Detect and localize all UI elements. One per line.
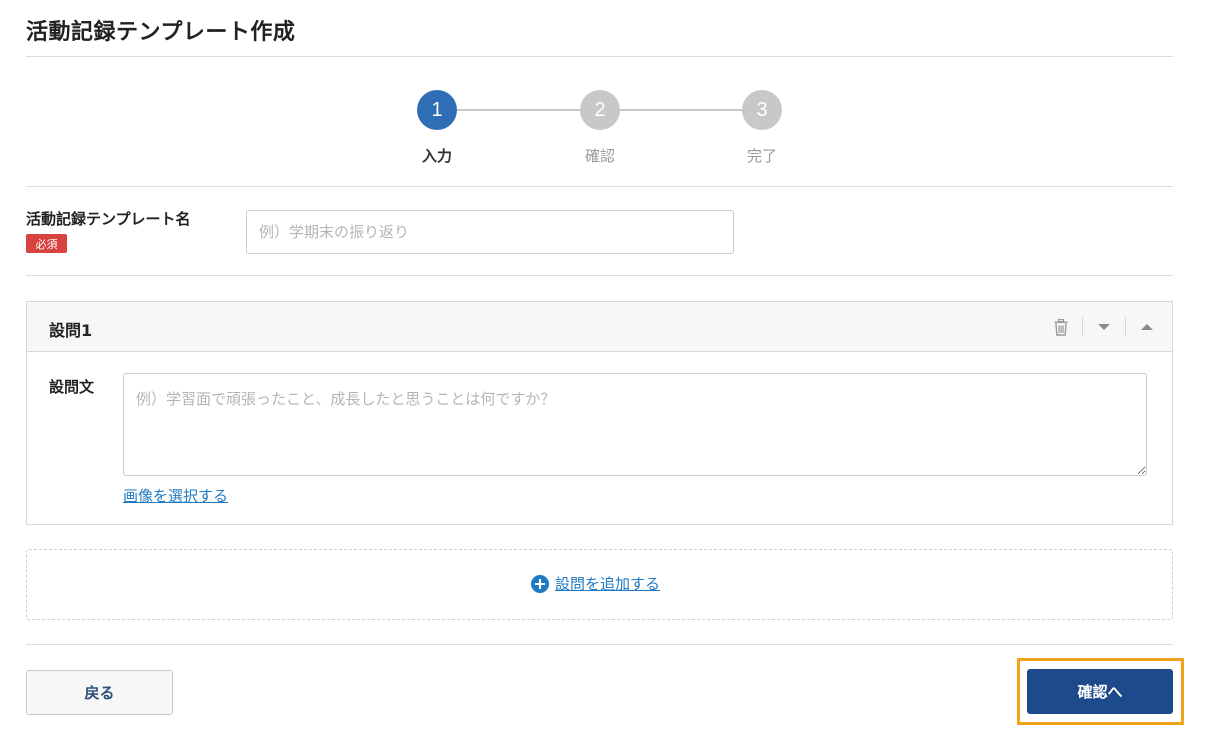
tool-separator-2	[1125, 317, 1126, 337]
back-button[interactable]: 戻る	[26, 670, 173, 715]
step-2-label: 確認	[584, 147, 615, 165]
move-down-button[interactable]	[1093, 316, 1115, 338]
add-question-link[interactable]: 設問を追加する	[531, 573, 660, 594]
required-badge: 必須	[26, 234, 67, 253]
add-question-area: 設問を追加する	[26, 549, 1173, 620]
step-2-circle: 2	[580, 90, 620, 130]
tool-separator-1	[1082, 317, 1083, 337]
plus-circle-icon	[531, 574, 549, 593]
step-3-label: 完了	[746, 147, 777, 165]
template-name-label: 活動記録テンプレート名	[26, 210, 191, 228]
question-body-label: 設問文	[49, 378, 95, 396]
move-down-icon	[1098, 324, 1110, 330]
confirm-button[interactable]: 確認へ	[1027, 669, 1173, 714]
add-question-label: 設問を追加する	[555, 575, 661, 593]
stepper: 1 2 3 入力 確認 完了	[0, 88, 1210, 168]
page-title: 活動記録テンプレート作成	[26, 20, 296, 45]
step-connector-1	[456, 109, 580, 111]
question-header: 設問1	[27, 302, 1172, 352]
footer-divider	[26, 644, 1173, 645]
select-image-link[interactable]: 画像を選択する	[123, 485, 228, 506]
question-card: 設問1 設問文 例）学習面で頑張ったこと、成長したと思うことは何ですか？ 画像を…	[26, 301, 1173, 525]
stepper-divider	[26, 186, 1173, 187]
move-up-button[interactable]	[1136, 316, 1158, 338]
question-body-textarea[interactable]	[123, 373, 1147, 476]
step-1-label: 入力	[421, 147, 452, 165]
question-title: 設問1	[49, 321, 93, 340]
step-3-circle: 3	[742, 90, 782, 130]
template-name-input[interactable]	[246, 210, 734, 254]
delete-question-button[interactable]	[1050, 316, 1072, 338]
trash-icon	[1054, 318, 1068, 336]
question-tools	[1050, 316, 1158, 338]
step-connector-2	[619, 109, 743, 111]
step-1-circle: 1	[417, 90, 457, 130]
move-up-icon	[1141, 324, 1153, 330]
name-divider	[26, 275, 1173, 276]
title-divider	[26, 56, 1173, 57]
